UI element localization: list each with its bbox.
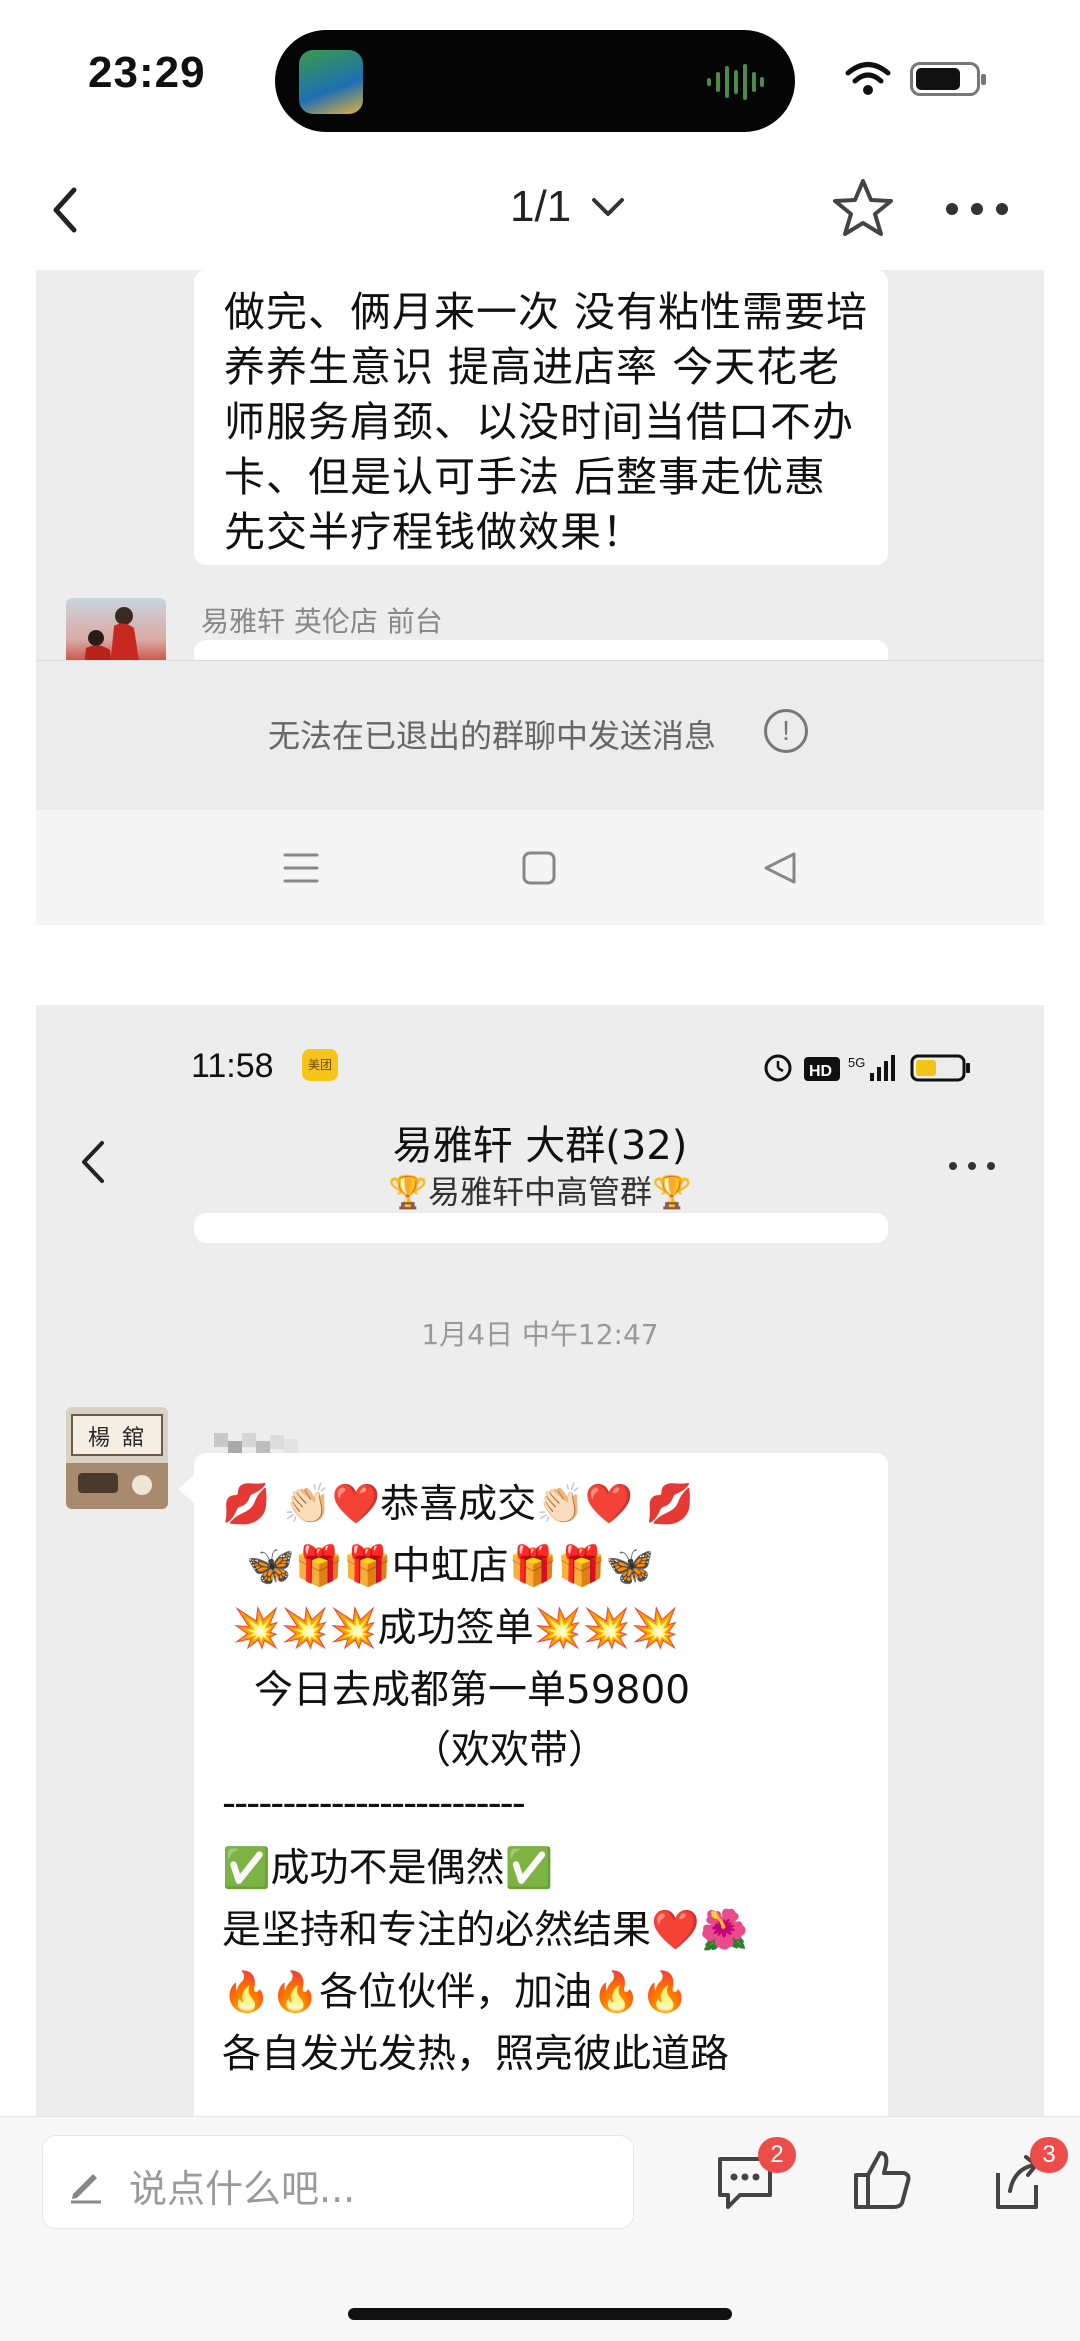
group-title: 易雅轩 大群(32): [392, 1123, 688, 1169]
message-line: 各自发光发热，照亮彼此道路: [222, 2032, 730, 2077]
message-line: 先交半疗程钱做效果！: [224, 508, 644, 556]
message-line: 💥💥💥成功签单💥💥💥: [232, 1606, 680, 1651]
chat-header: 易雅轩 大群(32) 🏆易雅轩中高管群🏆: [36, 1085, 1044, 1225]
group-subtitle: 🏆易雅轩中高管群🏆: [388, 1173, 692, 1211]
page-indicator[interactable]: 1/1: [510, 182, 571, 232]
svg-text:楊: 楊: [88, 1426, 110, 1451]
battery-icon: [910, 62, 986, 96]
message-line: 卡、但是认可手法 后整事走优惠: [224, 453, 827, 501]
thumbs-up-icon: [854, 2151, 911, 2209]
info-icon: !: [764, 709, 808, 753]
chat-screenshot-1: 做完、俩月来一次 没有粘性需要培 养养生意识 提高进店率 今天花老 师服务肩颈、…: [36, 270, 1044, 925]
dynamic-island: [275, 30, 795, 132]
more-icon: [949, 1162, 995, 1170]
android-nav-bar: [36, 810, 1044, 925]
pen-icon: [71, 2174, 101, 2204]
message-line: 🔥🔥各位伙伴，加油🔥🔥: [222, 1970, 690, 2015]
message-line: 养养生意识 提高进店率 今天花老: [224, 343, 841, 391]
avatar: [66, 598, 166, 668]
comment-input[interactable]: 说点什么吧...: [42, 2135, 634, 2229]
back-icon[interactable]: [38, 180, 98, 240]
comment-button[interactable]: 2: [712, 2137, 796, 2215]
top-nav: 1/1: [0, 160, 1080, 270]
inner-status-icons: HD 5G: [764, 1054, 970, 1082]
message-line: 师服务肩颈、以没时间当借口不办: [224, 398, 854, 446]
audio-wave-icon: [707, 64, 764, 100]
exited-group-notice: 无法在已退出的群聊中发送消息 !: [36, 660, 1044, 810]
meituan-badge: 美团: [302, 1049, 338, 1081]
square-icon: [522, 851, 556, 885]
chevron-down-icon[interactable]: [588, 192, 628, 222]
message-line: 🦋🎁🎁中虹店🎁🎁🦋: [246, 1544, 655, 1589]
share-count-badge: 3: [1030, 2137, 1068, 2173]
svg-text:5G: 5G: [848, 1055, 865, 1070]
notice-text: 无法在已退出的群聊中发送消息: [268, 717, 717, 755]
message-line: -------------------------: [222, 1781, 526, 1826]
message-bubble: [194, 1213, 888, 1243]
status-time: 23:29: [88, 48, 206, 97]
avatar: 楊 舘: [66, 1407, 168, 1509]
star-icon[interactable]: [830, 176, 896, 242]
bubble-tail: [178, 1475, 194, 1503]
triangle-back-icon: [764, 852, 796, 884]
share-button[interactable]: 3: [984, 2137, 1068, 2215]
status-bar: 23:29: [0, 0, 1080, 160]
message-line: ✅成功不是偶然✅: [222, 1846, 554, 1891]
message-line: 是坚持和专注的必然结果❤️🌺: [222, 1908, 749, 1953]
sender-name: 易雅轩 英伦店 前台: [201, 605, 443, 638]
comment-placeholder: 说点什么吧...: [129, 2167, 356, 2211]
menu-icon: [283, 853, 319, 883]
message-line: 今日去成都第一单59800: [254, 1668, 691, 1713]
chat-screenshot-2: 11:58 美团 HD 5G 易雅轩 大群(32) 🏆易雅轩中高管群🏆 1月4日…: [36, 1005, 1044, 2116]
svg-text:舘: 舘: [122, 1426, 144, 1451]
home-indicator: [348, 2308, 732, 2320]
svg-text:HD: HD: [809, 1063, 832, 1080]
wifi-icon: [845, 62, 891, 95]
like-button[interactable]: [848, 2147, 914, 2213]
comment-count-badge: 2: [758, 2137, 796, 2173]
more-icon[interactable]: [945, 202, 1009, 216]
message-line: 💋 👏🏻❤️恭喜成交👏🏻❤️ 💋: [222, 1482, 695, 1527]
inner-time: 11:58: [191, 1047, 274, 1085]
message-line: （欢欢带）: [412, 1728, 608, 1773]
timestamp: 1月4日 中午12:47: [421, 1318, 659, 1351]
message-line: 做完、俩月来一次 没有粘性需要培: [224, 288, 869, 336]
app-icon: [299, 50, 363, 114]
